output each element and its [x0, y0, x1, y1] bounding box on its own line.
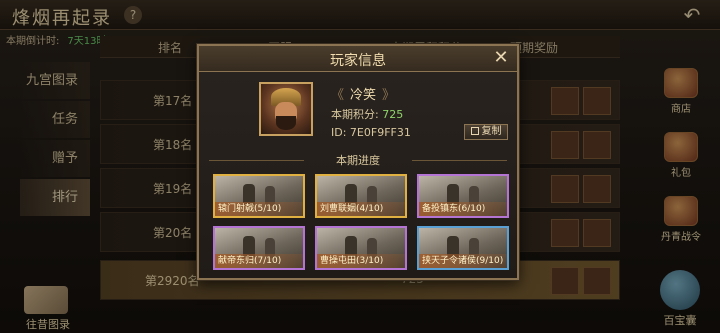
player-name-row: 《冷笑》 [331, 84, 395, 103]
copy-label: 复制 [481, 126, 502, 137]
stage-card[interactable]: 挟天子令诸侯(9/10) [417, 226, 509, 270]
stage-card[interactable]: 曹操屯田(3/10) [315, 226, 407, 270]
stage-caption: 献帝东归(7/10) [215, 254, 303, 268]
ornament-left-icon: 《 [331, 88, 345, 103]
stage-caption: 备投镇东(6/10) [419, 202, 507, 216]
player-score: 本期积分: 725 [331, 106, 403, 122]
stage-caption: 刘曹联姻(4/10) [317, 202, 405, 216]
close-icon[interactable]: ✕ [491, 48, 511, 68]
stage-caption: 挟天子令诸侯(9/10) [419, 254, 507, 268]
ornament-right-icon: 》 [382, 88, 396, 103]
player-id-value: 7E0F9FF31 [349, 126, 411, 139]
player-score-label: 本期积分: [331, 108, 379, 121]
modal-header: 玩家信息 ✕ [199, 46, 517, 72]
stage-card[interactable]: 备投镇东(6/10) [417, 174, 509, 218]
stage-caption: 曹操屯田(3/10) [317, 254, 405, 268]
copy-icon [470, 127, 479, 135]
stage-card[interactable]: 献帝东归(7/10) [213, 226, 305, 270]
player-avatar [259, 82, 313, 136]
stage-caption: 辕门射戟(5/10) [215, 202, 303, 216]
player-id: ID: 7E0F9FF31 [331, 126, 411, 139]
player-info-modal: 玩家信息 ✕ 《冷笑》 本期积分: 725 ID: 7E0F9FF31 复制 本… [197, 44, 519, 280]
player-name: 冷笑 [350, 88, 377, 103]
stage-card[interactable]: 辕门射戟(5/10) [213, 174, 305, 218]
copy-button[interactable]: 复制 [464, 124, 508, 140]
player-id-label: ID: [331, 126, 347, 139]
stage-card[interactable]: 刘曹联姻(4/10) [315, 174, 407, 218]
modal-title: 玩家信息 [330, 53, 386, 69]
player-score-value: 725 [382, 108, 404, 121]
progress-section-title: 本期进度 [209, 152, 507, 168]
